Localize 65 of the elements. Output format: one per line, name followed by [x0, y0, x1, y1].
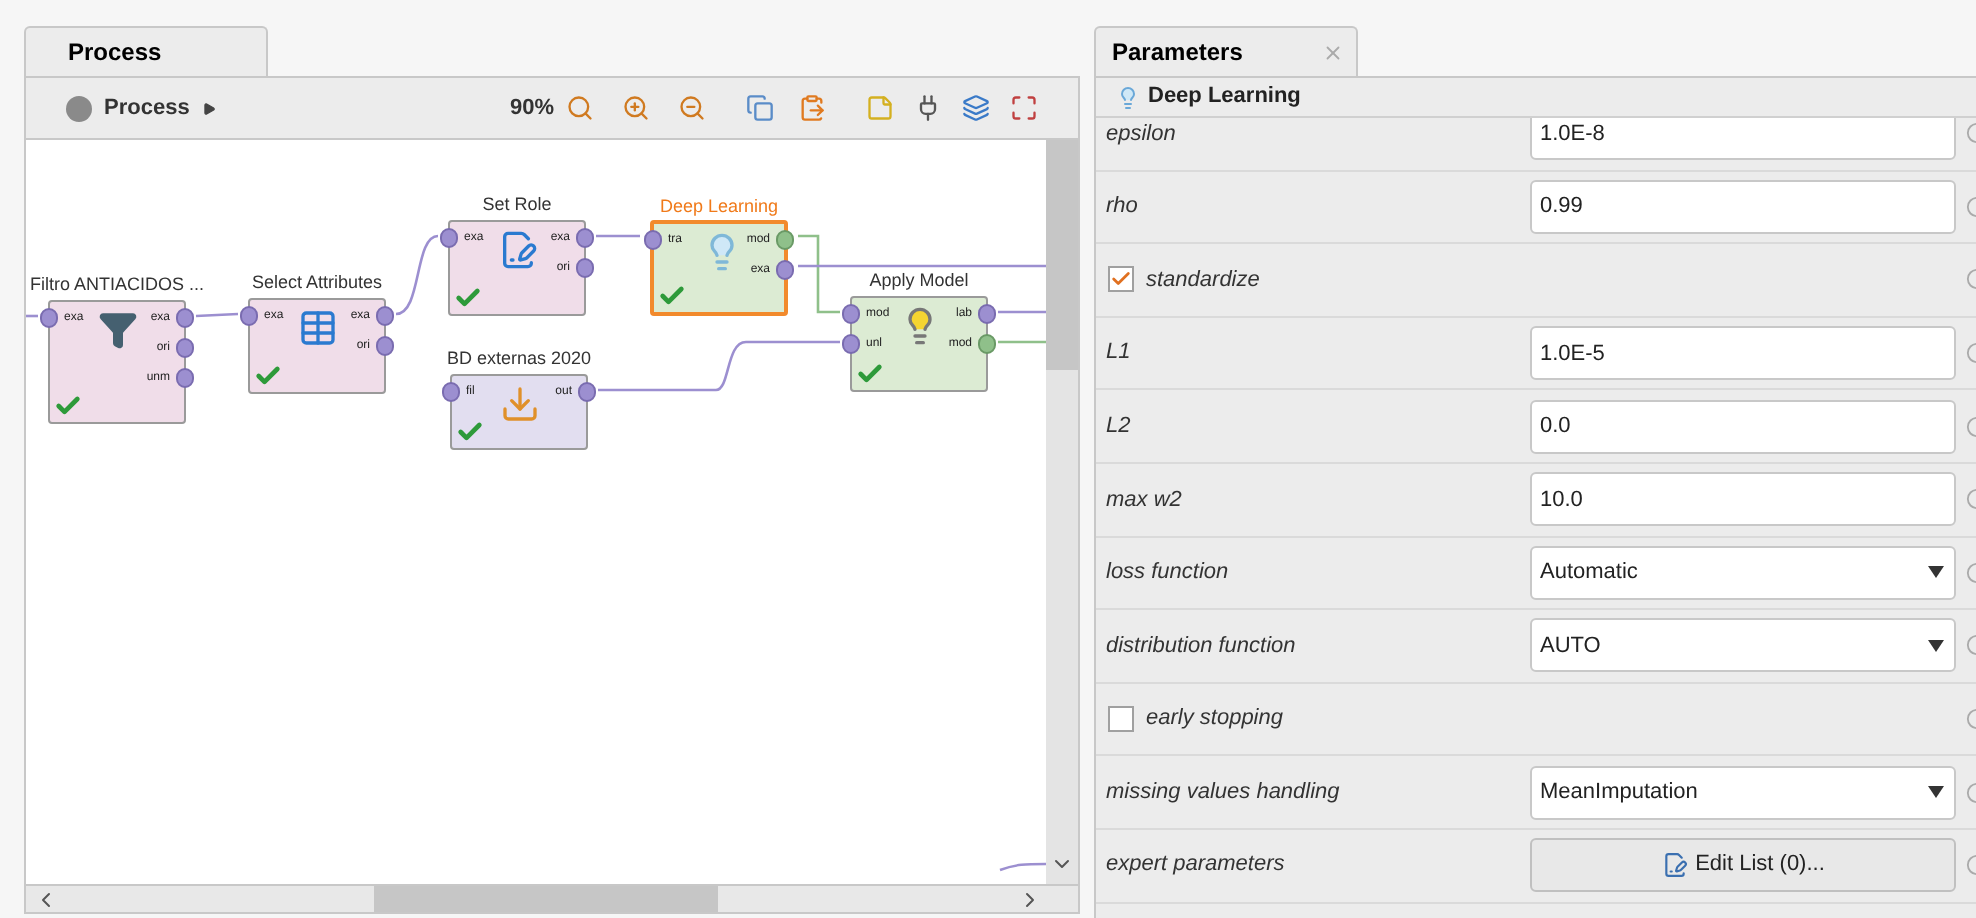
parameter-label: L1: [1104, 338, 1133, 369]
close-icon[interactable]: [1322, 41, 1345, 63]
parameter-label: max w2: [1104, 485, 1184, 516]
dropdown[interactable]: MeanImputation: [1530, 765, 1956, 820]
parameter-label: distribution function: [1104, 631, 1298, 662]
input-port[interactable]: [644, 230, 662, 250]
caret-icon[interactable]: [201, 101, 216, 115]
parameter-label: missing values handling: [1104, 777, 1342, 808]
operator-name: Deep Learning: [1148, 82, 1301, 113]
operator-title: Filtro ANTIACIDOS ...: [30, 272, 204, 298]
connection-line: [998, 340, 1046, 344]
checkbox[interactable]: [1108, 266, 1134, 293]
operator-title: Set Role: [482, 192, 552, 218]
input-field[interactable]: 1.0E-8: [1530, 118, 1956, 161]
vertical-scrollbar[interactable]: [1046, 140, 1078, 884]
edit-list-icon: [1661, 852, 1688, 879]
lightbulb-icon: [1116, 85, 1140, 109]
input-port[interactable]: [440, 228, 458, 248]
parameter-label: loss function: [1104, 558, 1231, 589]
parameter-label: epsilon: [1104, 119, 1178, 150]
parameter-label: L2: [1104, 411, 1133, 442]
input-field[interactable]: 10.0: [1530, 472, 1956, 527]
paste-icon[interactable]: [798, 94, 826, 122]
zoom-level: 90%: [509, 93, 554, 124]
funnel-icon: [98, 310, 138, 350]
parameter-label: standardize: [1146, 265, 1260, 296]
input-field[interactable]: 0.99: [1530, 179, 1956, 234]
plug-icon[interactable]: [914, 94, 942, 122]
connection-line: [26, 314, 38, 318]
input-port[interactable]: [40, 308, 58, 328]
horizontal-scrollbar[interactable]: [26, 884, 1078, 912]
input-port[interactable]: [442, 382, 460, 402]
connection-line: [596, 234, 640, 238]
layers-icon[interactable]: [962, 94, 990, 122]
operator-title: Apply Model: [869, 268, 969, 294]
dropdown[interactable]: Automatic: [1530, 545, 1956, 600]
operator-title: Deep Learning: [659, 194, 779, 220]
parameter-label: early stopping: [1146, 704, 1283, 735]
fit-window-icon[interactable]: [1010, 94, 1038, 122]
edit-list-button[interactable]: Edit List (0)...: [1530, 838, 1956, 893]
input-port[interactable]: [240, 306, 258, 326]
process-tab[interactable]: Process: [24, 26, 268, 76]
zoom-out-icon[interactable]: [678, 94, 706, 122]
output-port[interactable]: [578, 382, 596, 402]
process-icon: [66, 95, 92, 121]
breadcrumb-link[interactable]: Process: [104, 91, 190, 125]
connection-line: [195, 312, 239, 318]
zoom-in-icon[interactable]: [622, 94, 650, 122]
connection-line: [999, 862, 1046, 872]
connection-line: [998, 310, 1046, 314]
table-icon: [298, 308, 338, 348]
parameter-label: rho: [1104, 192, 1140, 223]
operator-title: Select Attributes: [251, 270, 383, 296]
checkbox[interactable]: [1108, 706, 1134, 733]
connection-line: [395, 234, 439, 316]
zoom-fit-icon[interactable]: [566, 94, 594, 122]
input-field[interactable]: 1.0E-5: [1530, 326, 1956, 381]
input-field[interactable]: 0.0: [1530, 399, 1956, 454]
copy-icon[interactable]: [746, 94, 774, 122]
dropdown[interactable]: AUTO: [1530, 618, 1956, 673]
table-edit-icon: [498, 230, 538, 270]
download-tray-icon: [500, 384, 540, 424]
parameter-label: expert parameters: [1104, 850, 1287, 881]
parameters-tab[interactable]: Parameters: [1094, 26, 1358, 76]
operator-title: BD externas 2020: [446, 346, 592, 372]
